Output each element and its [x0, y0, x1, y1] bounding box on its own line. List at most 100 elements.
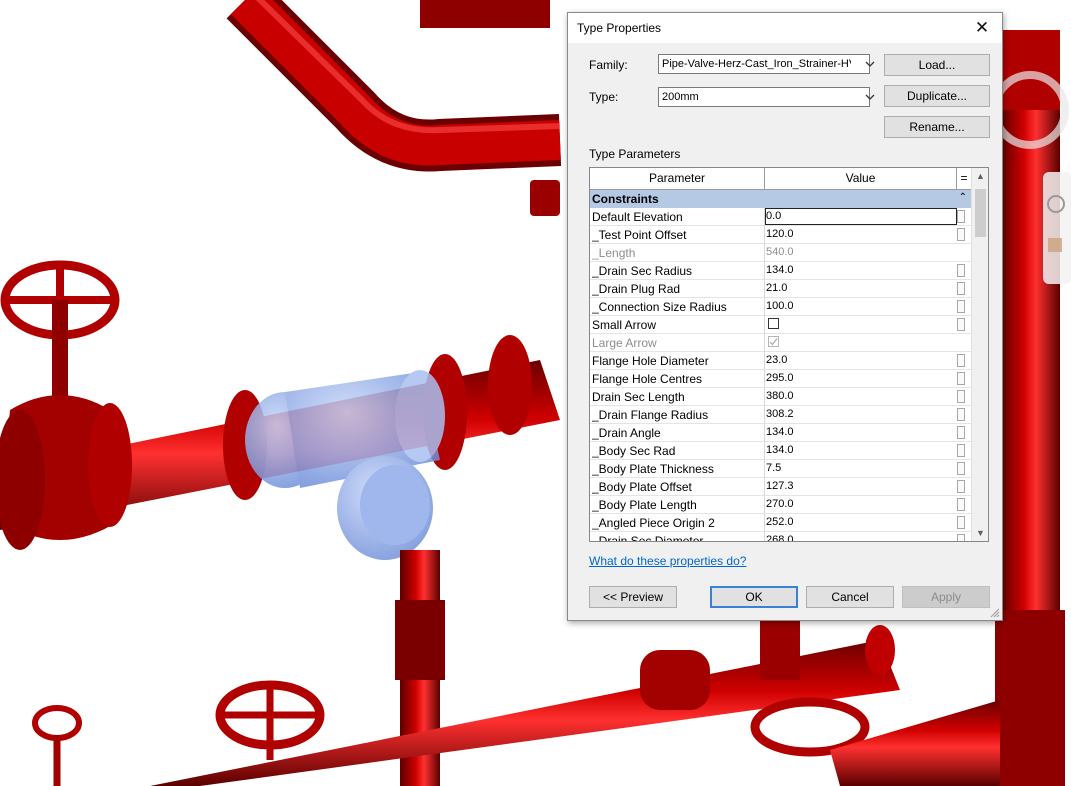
parameter-row[interactable]: Small Arrow: [590, 316, 971, 334]
group-header-constraints[interactable]: Constraints ⌃: [590, 190, 971, 208]
parameter-value[interactable]: 23.0: [766, 354, 787, 366]
associate-parameter-button[interactable]: [957, 408, 965, 421]
scroll-up-icon[interactable]: ▲: [976, 171, 985, 181]
family-value: Pipe-Valve-Herz-Cast_Iron_Strainer-HV: [662, 58, 851, 70]
associate-parameter-button[interactable]: [957, 534, 965, 541]
parameter-value[interactable]: 295.0: [766, 372, 794, 384]
scroll-down-icon[interactable]: ▼: [976, 528, 985, 538]
resize-grip-icon[interactable]: [990, 608, 1000, 618]
apply-button[interactable]: Apply: [902, 586, 990, 608]
family-dropdown[interactable]: Pipe-Valve-Herz-Cast_Iron_Strainer-HV: [658, 54, 875, 74]
parameter-value[interactable]: 380.0: [766, 390, 794, 402]
parameter-row[interactable]: _Drain Sec Radius 134.0: [590, 262, 971, 280]
column-divider: [764, 514, 765, 532]
associate-parameter-button[interactable]: [957, 444, 965, 457]
associate-parameter-button[interactable]: [957, 498, 965, 511]
parameter-name: Drain Sec Length: [592, 390, 685, 404]
parameter-value[interactable]: 134.0: [766, 426, 794, 438]
column-divider: [764, 334, 765, 352]
column-divider: [764, 388, 765, 406]
column-divider: [764, 280, 765, 298]
associate-parameter-button[interactable]: [957, 426, 965, 439]
dialog-titlebar[interactable]: Type Properties ✕: [568, 13, 1002, 43]
column-divider: [764, 460, 765, 478]
parameter-value[interactable]: 308.2: [766, 408, 794, 420]
parameter-row[interactable]: _Body Sec Rad 134.0: [590, 442, 971, 460]
parameter-row[interactable]: Drain Sec Length 380.0: [590, 388, 971, 406]
parameter-value[interactable]: 134.0: [766, 264, 794, 276]
associate-parameter-button[interactable]: [957, 282, 965, 295]
duplicate-button[interactable]: Duplicate...: [884, 85, 990, 107]
associate-parameter-button[interactable]: [957, 480, 965, 493]
parameter-row[interactable]: _Length 540.0: [590, 244, 971, 262]
associate-parameter-button[interactable]: [957, 390, 965, 403]
parameter-row[interactable]: Default Elevation 0.0: [590, 208, 971, 226]
parameter-row[interactable]: _Drain Sec Diameter 268.0: [590, 532, 971, 541]
column-header-formula[interactable]: =: [957, 168, 971, 189]
parameter-name: _Body Plate Offset: [592, 480, 692, 494]
parameter-name: _Connection Size Radius: [592, 300, 727, 314]
associate-parameter-button[interactable]: [957, 318, 965, 331]
parameter-row[interactable]: Flange Hole Centres 295.0: [590, 370, 971, 388]
parameter-name: Flange Hole Centres: [592, 372, 703, 386]
parameter-row[interactable]: Flange Hole Diameter 23.0: [590, 352, 971, 370]
help-link[interactable]: What do these properties do?: [589, 554, 746, 568]
type-value: 200mm: [662, 91, 699, 103]
parameter-row[interactable]: _Body Plate Thickness 7.5: [590, 460, 971, 478]
parameter-row[interactable]: _Body Plate Length 270.0: [590, 496, 971, 514]
parameter-checkbox: [768, 336, 779, 347]
parameter-value: 540.0: [766, 246, 794, 258]
associate-parameter-button[interactable]: [957, 516, 965, 529]
cancel-button[interactable]: Cancel: [806, 586, 894, 608]
column-header-parameter[interactable]: Parameter: [590, 168, 765, 189]
column-divider: [764, 478, 765, 496]
column-divider: [764, 406, 765, 424]
parameter-row[interactable]: _Test Point Offset 120.0: [590, 226, 971, 244]
parameter-row[interactable]: _Drain Flange Radius 308.2: [590, 406, 971, 424]
parameter-row[interactable]: _Drain Angle 134.0: [590, 424, 971, 442]
parameters-grid: Parameter Value = Constraints ⌃ Default …: [589, 167, 989, 542]
ok-button[interactable]: OK: [710, 586, 798, 608]
preview-button[interactable]: << Preview: [589, 586, 677, 608]
grid-scrollbar[interactable]: ▲ ▼: [971, 168, 988, 541]
close-icon[interactable]: ✕: [968, 16, 996, 40]
associate-parameter-button[interactable]: [957, 354, 965, 367]
associate-parameter-button[interactable]: [957, 228, 965, 241]
parameter-value[interactable]: 0.0: [766, 210, 781, 222]
associate-parameter-button[interactable]: [957, 372, 965, 385]
column-header-value[interactable]: Value: [765, 168, 957, 189]
parameter-row[interactable]: _Connection Size Radius 100.0: [590, 298, 971, 316]
parameter-row[interactable]: _Angled Piece Origin 2 252.0: [590, 514, 971, 532]
rename-button[interactable]: Rename...: [884, 116, 990, 138]
top-pipe-elbow: [226, 0, 562, 216]
parameter-name: Small Arrow: [592, 318, 657, 332]
parameter-value[interactable]: 134.0: [766, 444, 794, 456]
associate-parameter-button[interactable]: [957, 210, 965, 223]
parameter-value[interactable]: 270.0: [766, 498, 794, 510]
parameter-value[interactable]: 268.0: [766, 534, 794, 541]
parameter-row[interactable]: _Drain Plug Rad 21.0: [590, 280, 971, 298]
associate-parameter-button[interactable]: [957, 462, 965, 475]
load-button[interactable]: Load...: [884, 54, 990, 76]
associate-parameter-button[interactable]: [957, 300, 965, 313]
parameter-value[interactable]: 120.0: [766, 228, 794, 240]
selected-strainer[interactable]: [245, 370, 445, 560]
type-properties-dialog: Type Properties ✕ Family: Pipe-Valve-Her…: [567, 12, 1003, 621]
value-edit-box[interactable]: [765, 208, 957, 225]
scrollbar-thumb[interactable]: [975, 189, 986, 237]
parameter-value[interactable]: 21.0: [766, 282, 787, 294]
parameter-value[interactable]: 252.0: [766, 516, 794, 528]
type-dropdown[interactable]: 200mm: [658, 87, 875, 107]
parameter-name: _Drain Plug Rad: [592, 282, 681, 296]
parameter-name: Flange Hole Diameter: [592, 354, 709, 368]
dialog-title: Type Properties: [577, 21, 662, 35]
parameter-checkbox[interactable]: [768, 318, 779, 329]
collapse-icon[interactable]: ⌃: [959, 192, 967, 203]
parameter-row[interactable]: _Body Plate Offset 127.3: [590, 478, 971, 496]
associate-parameter-button[interactable]: [957, 264, 965, 277]
parameter-value[interactable]: 7.5: [766, 462, 781, 474]
parameter-value[interactable]: 100.0: [766, 300, 794, 312]
parameter-value[interactable]: 127.3: [766, 480, 794, 492]
parameter-row[interactable]: Large Arrow: [590, 334, 971, 352]
parameter-name: Large Arrow: [592, 336, 657, 350]
